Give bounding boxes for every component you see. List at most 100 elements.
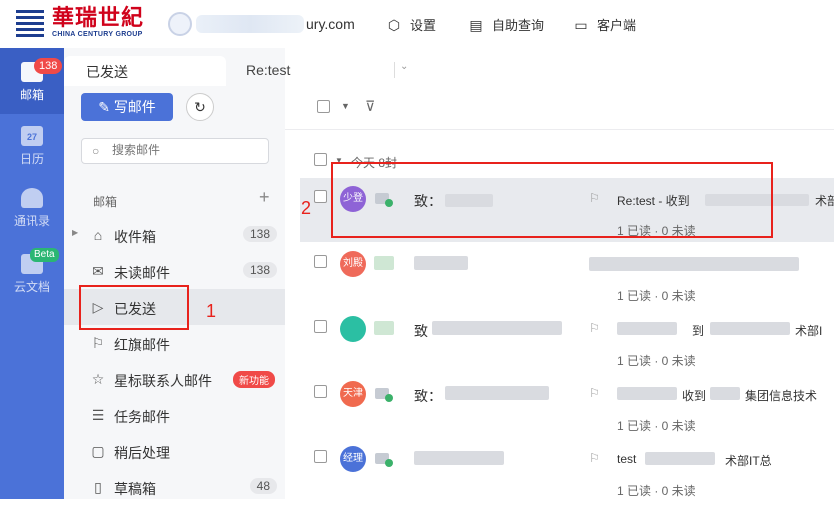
nav-calendar[interactable]: 27 日历: [0, 126, 64, 167]
company-logo[interactable]: 華瑞世紀 CHINA CENTURY GROUP: [14, 8, 144, 38]
folder-inbox[interactable]: ▶ ⌂ 收件箱 138: [64, 217, 285, 253]
top-bar: 華瑞世紀 CHINA CENTURY GROUP ury.com ⬡ 设置 ▤ …: [0, 0, 834, 48]
folder-flagged[interactable]: ⚐ 红旗邮件: [64, 325, 285, 361]
unread-mail-icon: ✉: [92, 263, 104, 279]
row-checkbox[interactable]: [314, 190, 327, 203]
subject-redacted: [617, 387, 677, 400]
read-receipt-icon: [375, 388, 393, 402]
recipient-redacted: [414, 451, 504, 465]
avatar: 天津: [340, 381, 366, 407]
folder-label: 稍后处理: [114, 445, 170, 461]
mail-subject-tail: 术部IT总: [725, 454, 772, 468]
settings-link[interactable]: ⬡ 设置: [386, 15, 436, 34]
compose-label: 写邮件: [113, 99, 156, 115]
avatar: 刘殿: [340, 251, 366, 277]
mailbox-section-label: 邮箱: [93, 195, 118, 209]
compose-button[interactable]: ✎ 写邮件: [81, 93, 173, 121]
mail-row[interactable]: 刘殿 1 已读 · 0 未读: [300, 243, 834, 307]
folder-count: 48: [249, 478, 277, 494]
row-checkbox[interactable]: [314, 385, 327, 398]
nav-contacts[interactable]: 通讯录: [0, 188, 64, 229]
calendar-icon: 27: [21, 126, 43, 146]
mail-subject-tail: 术部: [815, 194, 834, 208]
folder-label: 红旗邮件: [114, 337, 170, 353]
flag-icon[interactable]: ⚐: [589, 386, 600, 400]
mail-row[interactable]: 致 ⚐ 到 术部I 1 已读 · 0 未读: [300, 308, 834, 372]
row-checkbox[interactable]: [314, 255, 327, 268]
tab-bar: 已发送 Re:test ⌄: [64, 48, 834, 86]
folder-later[interactable]: ▢ 稍后处理: [64, 433, 285, 469]
filter-icon[interactable]: ⊽: [365, 98, 375, 115]
self-service-query-icon: ▤: [469, 16, 483, 33]
folder-label: 任务邮件: [114, 409, 170, 425]
client-monitor-icon: ▭: [574, 16, 588, 33]
row-checkbox[interactable]: [314, 320, 327, 333]
nav-cloud-doc[interactable]: 云文档 Beta: [0, 248, 64, 295]
logo-mark-icon: [14, 8, 46, 38]
folder-drafts[interactable]: ▯ 草稿箱 48: [64, 469, 285, 505]
read-status: 1 已读 · 0 未读: [617, 484, 696, 498]
recipient-redacted: [414, 256, 468, 270]
folder-tasks[interactable]: ☰ 任务邮件: [64, 397, 285, 433]
folder-label: 草稿箱: [114, 481, 156, 497]
account-switcher[interactable]: ury.com: [168, 12, 355, 36]
folder-label: 收件箱: [114, 229, 156, 245]
search-box[interactable]: ○: [81, 138, 269, 164]
add-folder-icon[interactable]: +: [259, 187, 270, 208]
pencil-icon: ✎: [98, 99, 114, 115]
refresh-icon: ↻: [194, 99, 206, 115]
mail-subject: 收到: [682, 389, 707, 403]
recipient-redacted: [432, 321, 562, 335]
nav-cloud-doc-label: 云文档: [13, 280, 50, 294]
logo-chinese-name: 華瑞世紀: [52, 6, 145, 31]
avatar: 经理: [340, 446, 366, 472]
folder-count: 138: [242, 262, 277, 278]
row-checkbox[interactable]: [314, 450, 327, 463]
account-email-redacted: [196, 15, 304, 33]
search-input[interactable]: [112, 143, 262, 157]
flag-icon[interactable]: ⚐: [589, 321, 600, 335]
read-receipt-icon: [375, 453, 393, 467]
flag-icon[interactable]: ⚐: [589, 451, 600, 465]
tab-overflow-chevron-icon[interactable]: ⌄: [400, 61, 408, 72]
expand-caret-icon[interactable]: ▶: [72, 228, 78, 237]
search-icon: ○: [92, 144, 100, 158]
star-icon: ☆: [91, 371, 105, 387]
contacts-icon: [21, 188, 43, 208]
folder-count: 138: [242, 226, 277, 242]
annotation-label-2: 2: [301, 198, 312, 218]
settings-icon: ⬡: [387, 16, 401, 33]
folder-unread[interactable]: ✉ 未读邮件 138: [64, 253, 285, 289]
read-status: 1 已读 · 0 未读: [617, 419, 696, 433]
nav-mail-label: 邮箱: [19, 88, 44, 102]
subject-redacted: [645, 452, 715, 465]
folder-label: 星标联系人邮件: [114, 373, 212, 389]
select-dropdown-icon[interactable]: ▼: [341, 101, 350, 111]
annotation-box-2: [331, 162, 773, 238]
nav-contacts-label: 通讯录: [13, 214, 50, 228]
select-all-checkbox[interactable]: [317, 100, 330, 113]
refresh-button[interactable]: ↻: [186, 93, 214, 121]
group-checkbox[interactable]: [314, 153, 327, 166]
avatar: [340, 316, 366, 342]
client-link[interactable]: ▭ 客户端: [573, 15, 636, 34]
recipient-prefix: 致: [414, 323, 428, 339]
tab-re-test-label: Re:test: [246, 62, 291, 78]
tab-sent[interactable]: 已发送: [64, 56, 226, 86]
flag-icon: ⚐: [91, 335, 105, 351]
self-service-query-link[interactable]: ▤ 自助查询: [468, 15, 544, 34]
tab-re-test[interactable]: Re:test: [226, 56, 416, 86]
recipient-prefix: 致：: [414, 388, 442, 404]
folder-label: 未读邮件: [114, 265, 170, 281]
mail-row[interactable]: 经理 ⚐ test 术部IT总 1 已读 · 0 未读: [300, 438, 834, 502]
mail-row[interactable]: 天津 致： ⚐ 收到 集团信息技术 1 已读 · 0 未读: [300, 373, 834, 437]
account-avatar: [168, 12, 192, 36]
mail-subject: 到: [692, 324, 705, 338]
subject-redacted: [710, 387, 740, 400]
beta-badge: Beta: [30, 248, 59, 262]
mail-subject-tail: 术部I: [795, 324, 823, 338]
folder-starred-contacts[interactable]: ☆ 星标联系人邮件 新功能: [64, 361, 285, 397]
task-list-icon: ☰: [91, 407, 105, 423]
nav-calendar-label: 日历: [19, 152, 44, 166]
later-icon: ▢: [91, 443, 105, 459]
